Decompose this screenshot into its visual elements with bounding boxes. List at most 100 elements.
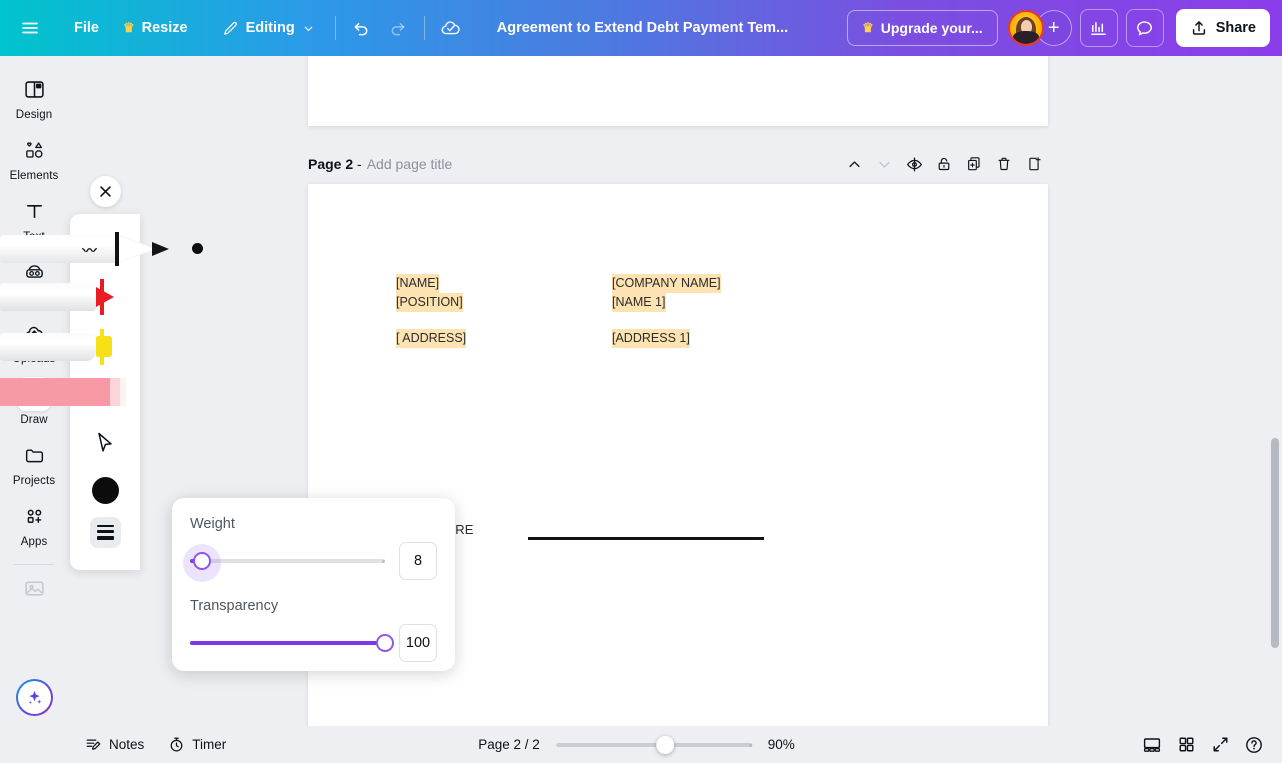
redo-icon (391, 22, 405, 35)
fullscreen-button[interactable] (1204, 730, 1236, 760)
page-count-label: Page 2 / 2 (478, 737, 540, 752)
upgrade-label: Upgrade your... (880, 20, 983, 36)
cloud-save-status-button[interactable] (433, 10, 469, 46)
page-1-canvas[interactable] (308, 56, 1048, 126)
zoom-slider-endcap (748, 743, 752, 747)
presentation-view-button[interactable] (1136, 730, 1168, 760)
stroke-settings-popover: Weight 8 Transparency 100 (172, 498, 455, 671)
cloud-saved-icon (441, 21, 460, 35)
sidebar-item-design[interactable]: Design (4, 66, 64, 125)
transparency-label: Transparency (190, 598, 279, 614)
sidebar-item-projects[interactable]: Projects (4, 432, 64, 491)
avatar[interactable] (1007, 10, 1044, 46)
share-label: Share (1215, 20, 1256, 36)
page-2-header: Page 2 - Add page title (308, 148, 1048, 180)
editing-mode-button[interactable]: Editing (210, 11, 327, 45)
weight-slider-thumb[interactable] (192, 552, 211, 570)
plus-icon: + (1047, 16, 1060, 39)
insights-button[interactable] (1079, 9, 1118, 47)
close-icon (100, 186, 111, 197)
transparency-slider[interactable] (190, 632, 394, 654)
redo-button[interactable] (380, 10, 416, 46)
doc-right-block[interactable]: [COMPANY NAME] [NAME 1] (612, 274, 721, 312)
sidebar-item-label: Projects (12, 475, 56, 487)
weight-value-input[interactable]: 8 (399, 542, 437, 580)
notes-button[interactable]: Notes (76, 731, 153, 759)
vertical-scrollbar[interactable] (1271, 438, 1279, 648)
crown-icon: ♛ (122, 20, 135, 35)
comments-button[interactable] (1125, 9, 1164, 47)
share-button[interactable]: Share (1175, 9, 1270, 47)
close-draw-panel-button[interactable] (90, 176, 121, 207)
weight-slider[interactable] (182, 544, 385, 582)
file-menu-label: File (74, 20, 99, 36)
tool-select-cursor[interactable] (70, 427, 140, 459)
zoom-slider[interactable] (555, 735, 752, 755)
highlighter-bar-main (0, 378, 110, 406)
highlighter-bar-mid (110, 378, 120, 406)
transparency-slider-thumb[interactable] (376, 634, 394, 652)
doc-text-address1: [ADDRESS 1] (612, 329, 690, 348)
doc-right-address[interactable]: [ADDRESS 1] (612, 329, 690, 348)
sidebar-item-apps[interactable]: Apps (4, 493, 64, 552)
transparency-value-input[interactable]: 100 (399, 624, 437, 662)
stroke-color-swatch[interactable] (92, 477, 119, 504)
layout-panel-icon (17, 72, 51, 106)
editing-label: Editing (245, 20, 295, 36)
bottom-status-bar: Notes Timer Page 2 / 2 90% (0, 726, 1282, 763)
hamburger-menu-button[interactable] (12, 10, 48, 46)
sidebar-item-label: Elements (9, 170, 59, 182)
sidebar-item-elements[interactable]: Elements (4, 127, 64, 186)
timer-icon (170, 737, 183, 752)
grid-view-icon (1179, 737, 1193, 752)
doc-text-address: [ ADDRESS] (396, 329, 467, 348)
signature-line[interactable] (528, 537, 764, 540)
transparency-slider-fill (190, 641, 385, 645)
avatar-image (1007, 10, 1044, 46)
image-placeholder-icon[interactable] (17, 571, 51, 605)
doc-text-position: [POSITION] (396, 293, 463, 312)
line-weight-icon-bar-2 (97, 530, 114, 533)
hide-page-button[interactable] (900, 150, 928, 178)
duplicate-page-button[interactable] (960, 150, 988, 178)
resize-button[interactable]: ♛ Resize (111, 11, 200, 45)
text-t-icon (17, 194, 51, 228)
pen-tip (152, 242, 169, 256)
bottombar-right-controls (1136, 730, 1270, 760)
chevron-down-icon (878, 161, 890, 168)
upgrade-button[interactable]: ♛ Upgrade your... (847, 10, 998, 46)
add-page-button[interactable] (1020, 150, 1048, 178)
undo-button[interactable] (344, 10, 380, 46)
document-title[interactable]: Agreement to Extend Debt Payment Tem... (487, 13, 798, 43)
lock-page-button[interactable] (930, 150, 958, 178)
apps-grid-icon (17, 499, 51, 533)
page-title-input[interactable]: Add page title (367, 156, 453, 172)
toolbar-divider-1 (334, 16, 336, 40)
tool-highlighter[interactable] (0, 326, 130, 368)
timer-button[interactable]: Timer (159, 731, 235, 759)
zoom-slider-track (555, 742, 752, 747)
magic-studio-button[interactable] (16, 679, 53, 716)
help-button[interactable] (1238, 730, 1270, 760)
toolbar-divider-2 (423, 16, 425, 40)
grid-view-button[interactable] (1170, 730, 1202, 760)
expand-arrows-icon (1213, 737, 1227, 752)
file-menu-button[interactable]: File (62, 11, 111, 45)
folder-icon (17, 438, 51, 472)
zoom-slider-thumb[interactable] (656, 735, 675, 754)
avatar-body (1012, 31, 1039, 44)
sidebar-item-label: Apps (20, 536, 48, 548)
doc-left-block[interactable]: [NAME] [POSITION] (396, 274, 463, 312)
line-weight-button[interactable] (90, 517, 121, 548)
tool-magic-highlighter[interactable] (0, 378, 126, 406)
sidebar-item-label: Design (15, 109, 53, 121)
tool-pen[interactable]: 〰 (0, 227, 180, 271)
doc-left-address[interactable]: [ ADDRESS] (396, 329, 467, 348)
move-page-up-button[interactable] (840, 150, 868, 178)
tool-marker[interactable] (0, 276, 130, 318)
move-page-down-button[interactable] (870, 150, 898, 178)
line-weight-icon-bar-1 (97, 525, 114, 527)
delete-page-button[interactable] (990, 150, 1018, 178)
duplicate-icon (968, 157, 980, 171)
undo-icon (354, 22, 368, 35)
